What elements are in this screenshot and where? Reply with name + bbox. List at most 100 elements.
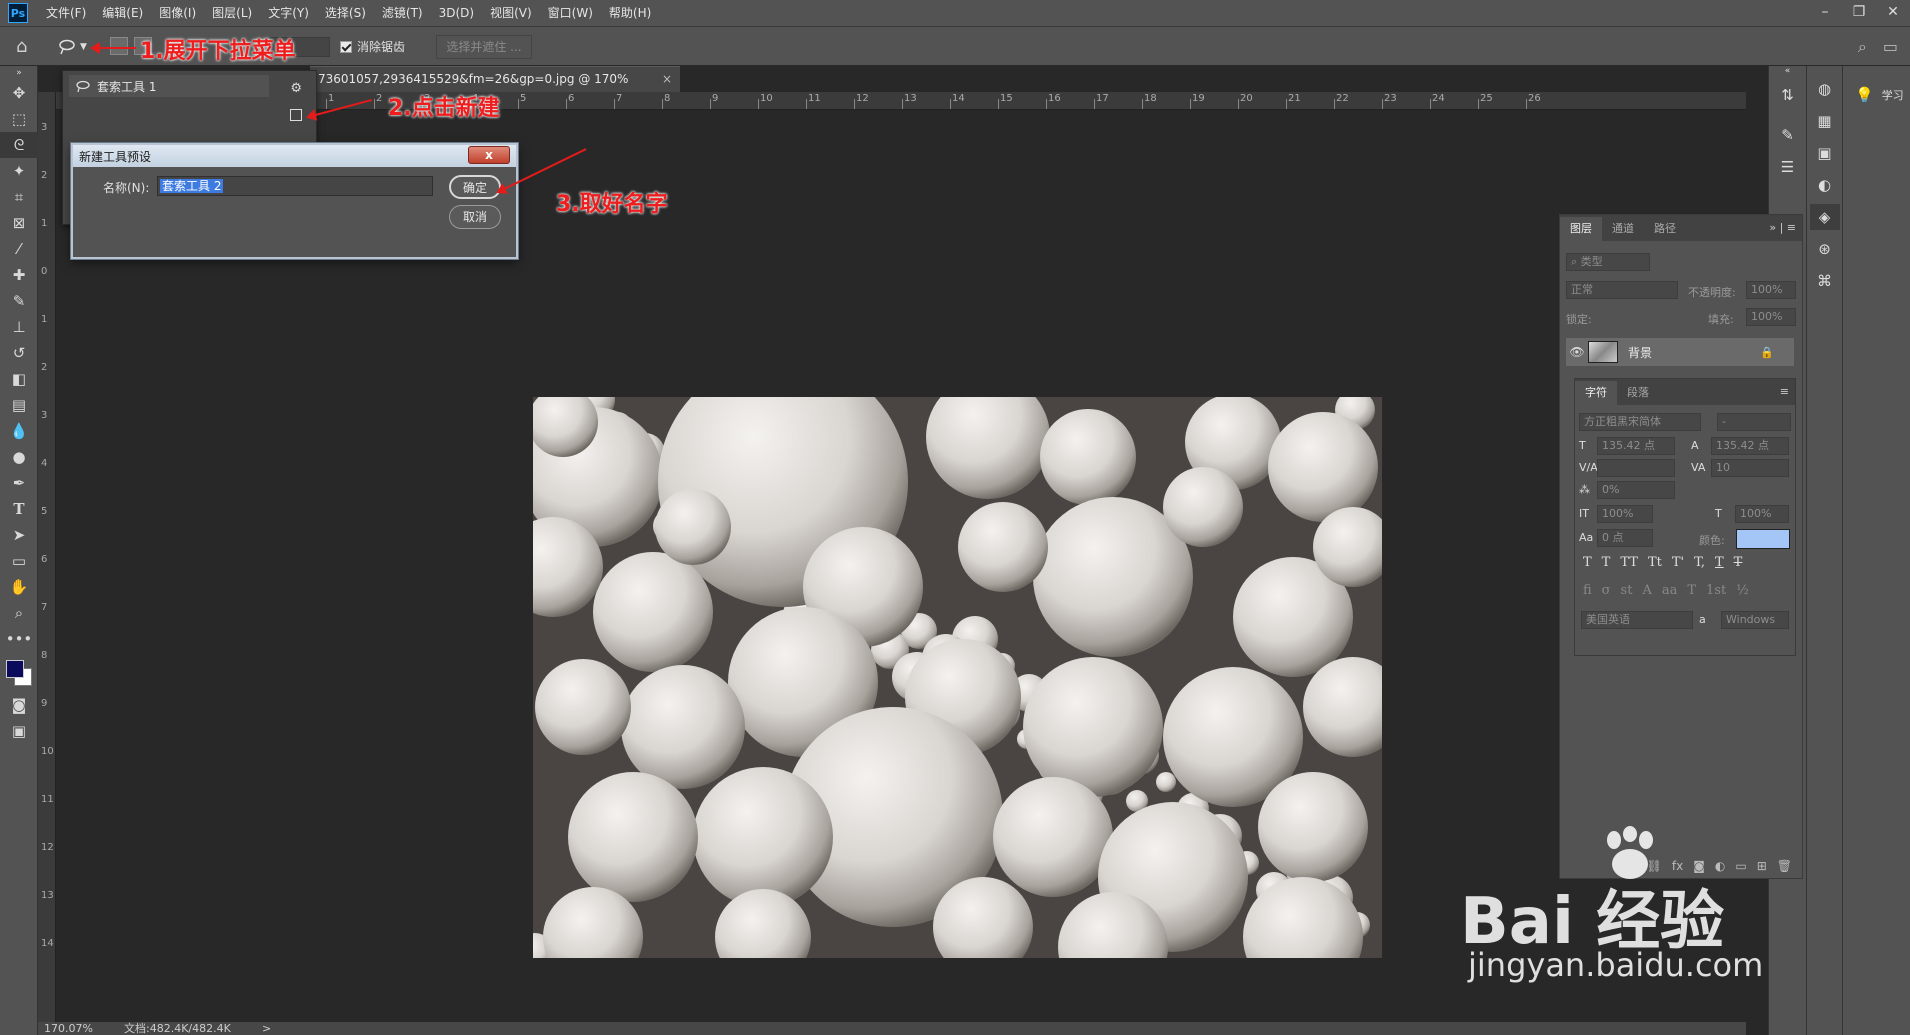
menu-window[interactable]: 窗口(W) xyxy=(540,0,601,26)
tracking-field[interactable]: 10 xyxy=(1711,459,1789,477)
select-and-mask-button[interactable]: 选择并遮住 ... xyxy=(436,35,532,59)
group-folder-icon[interactable]: ▭ xyxy=(1735,859,1746,873)
vertical-scale-field[interactable]: 100% xyxy=(1597,505,1653,523)
ordinals-button[interactable]: 1st xyxy=(1706,583,1726,598)
antialias-method-select[interactable]: Windows xyxy=(1721,611,1789,629)
subscript-button[interactable]: T, xyxy=(1694,555,1705,570)
stylistic-alternates-button[interactable]: aa xyxy=(1662,583,1678,598)
language-select[interactable]: 美国英语 xyxy=(1581,611,1693,629)
quick-mask-icon[interactable]: ◙ xyxy=(0,692,38,718)
gradient-tool-icon[interactable]: ▤ xyxy=(0,392,38,418)
horizontal-scale-field[interactable]: 100% xyxy=(1735,505,1789,523)
dialog-close-button[interactable]: x xyxy=(468,146,510,164)
blend-mode-select[interactable]: 正常 xyxy=(1566,281,1678,299)
panel-menu-icon[interactable]: ≡ xyxy=(1780,385,1789,398)
paths-panel-icon[interactable]: ⌘ xyxy=(1810,268,1840,294)
adjust-panel-icon[interactable]: ☰ xyxy=(1773,154,1803,180)
panel-menu-icon[interactable]: » | ≡ xyxy=(1769,221,1796,234)
fractions-button[interactable]: ½ xyxy=(1736,583,1749,598)
workspace-icon[interactable]: ▭ xyxy=(1883,37,1898,57)
type-tool-icon[interactable]: T xyxy=(0,496,38,522)
stamp-tool-icon[interactable]: ⊥ xyxy=(0,314,38,340)
discretionary-ligature-button[interactable]: st xyxy=(1621,583,1633,598)
cancel-button[interactable]: 取消 xyxy=(449,205,501,229)
frame-tool-icon[interactable]: ⊠ xyxy=(0,210,38,236)
tool-preset-picker[interactable]: ▼ xyxy=(58,35,92,59)
pen-tool-icon[interactable]: ✒ xyxy=(0,470,38,496)
rectangle-tool-icon[interactable]: ▭ xyxy=(0,548,38,574)
lock-icon[interactable]: 🔒 xyxy=(1760,346,1774,359)
swatches-panel-icon[interactable]: ▦ xyxy=(1810,108,1840,134)
layers-panel-icon[interactable]: ◈ xyxy=(1809,204,1840,230)
gear-icon[interactable]: ⚙ xyxy=(290,81,302,96)
dodge-tool-icon[interactable]: ● xyxy=(0,444,38,470)
tab-paths[interactable]: 路径 xyxy=(1644,217,1686,241)
document-tab[interactable]: 73601057,2936415529&fm=26&gp=0.jpg @ 170… xyxy=(310,66,680,110)
collapse-strip-icon[interactable]: « xyxy=(1773,66,1803,76)
healing-tool-icon[interactable]: ✚ xyxy=(0,262,38,288)
layer-filter-select[interactable]: ⌕ 类型 xyxy=(1566,253,1650,271)
collapse-toolbar-icon[interactable]: » xyxy=(0,66,38,80)
lasso-tool-icon[interactable]: ᘓ xyxy=(0,132,38,158)
status-menu-arrow[interactable]: > xyxy=(262,1022,271,1035)
text-color-swatch[interactable] xyxy=(1736,529,1790,549)
leading-field[interactable]: 135.42 点 xyxy=(1711,437,1789,455)
adjustments-panel-icon[interactable]: ◐ xyxy=(1810,172,1840,198)
move-tool-icon[interactable]: ✥ xyxy=(0,80,38,106)
hand-tool-icon[interactable]: ✋ xyxy=(0,574,38,600)
eye-icon[interactable]: 👁 xyxy=(1566,345,1588,359)
history-brush-icon[interactable]: ↺ xyxy=(0,340,38,366)
new-selection-mode[interactable] xyxy=(110,37,128,55)
kerning-field[interactable] xyxy=(1597,459,1675,477)
zoom-tool-icon[interactable]: ⌕ xyxy=(0,600,38,626)
ligature-button[interactable]: fi xyxy=(1583,583,1592,598)
new-preset-icon[interactable] xyxy=(290,109,302,121)
trash-icon[interactable]: 🗑 xyxy=(1777,859,1792,873)
search-icon[interactable]: ⌕ xyxy=(1858,37,1867,57)
tsume-field[interactable]: 0% xyxy=(1597,481,1675,499)
minimize-icon[interactable]: – xyxy=(1808,0,1842,24)
superscript-button[interactable]: T' xyxy=(1672,555,1684,570)
antialias-checkbox[interactable] xyxy=(340,40,352,53)
crop-tool-icon[interactable]: ⌗ xyxy=(0,184,38,210)
libraries-panel-icon[interactable]: ▣ xyxy=(1810,140,1840,166)
menu-edit[interactable]: 编辑(E) xyxy=(94,0,151,26)
tab-layers[interactable]: 图层 xyxy=(1560,217,1602,241)
faux-italic-button[interactable]: T xyxy=(1602,555,1611,570)
font-family-select[interactable]: 方正粗黑宋简体 xyxy=(1579,413,1701,431)
zoom-level[interactable]: 170.07% xyxy=(44,1022,93,1035)
marquee-tool-icon[interactable]: ⬚ xyxy=(0,106,38,132)
baseline-field[interactable]: 0 点 xyxy=(1597,529,1653,547)
menu-3d[interactable]: 3D(D) xyxy=(431,0,482,26)
channels-panel-icon[interactable]: ⊛ xyxy=(1810,236,1840,262)
eraser-tool-icon[interactable]: ◧ xyxy=(0,366,38,392)
home-icon[interactable]: ⌂ xyxy=(16,36,38,58)
screen-mode-icon[interactable]: ▣ xyxy=(0,718,38,744)
brushes-panel-icon[interactable]: ✎ xyxy=(1773,122,1803,148)
restore-icon[interactable]: ❐ xyxy=(1842,0,1876,24)
old-style-button[interactable]: σ xyxy=(1602,583,1611,598)
color-panel-icon[interactable]: ◍ xyxy=(1810,76,1840,102)
path-select-icon[interactable]: ➤ xyxy=(0,522,38,548)
foreground-color[interactable] xyxy=(6,660,24,678)
menu-layer[interactable]: 图层(L) xyxy=(204,0,260,26)
close-window-icon[interactable]: ✕ xyxy=(1876,0,1910,24)
close-tab-icon[interactable]: × xyxy=(662,67,672,91)
opacity-field[interactable]: 100% xyxy=(1746,281,1796,299)
menu-file[interactable]: 文件(F) xyxy=(38,0,94,26)
titling-alternates-button[interactable]: T xyxy=(1687,583,1696,598)
fill-field[interactable]: 100% xyxy=(1746,308,1796,326)
new-layer-icon[interactable]: ⊞ xyxy=(1757,859,1767,873)
preset-list-item[interactable]: 套索工具 1 xyxy=(69,75,269,97)
tab-paragraph[interactable]: 段落 xyxy=(1617,381,1659,405)
menu-select[interactable]: 选择(S) xyxy=(317,0,374,26)
swash-button[interactable]: A xyxy=(1642,583,1651,598)
menu-image[interactable]: 图像(I) xyxy=(151,0,204,26)
eyedropper-tool-icon[interactable]: ⁄ xyxy=(0,236,38,262)
name-input[interactable]: 套索工具 2 xyxy=(157,176,433,196)
faux-bold-button[interactable]: T xyxy=(1583,555,1592,570)
magic-wand-tool-icon[interactable]: ✦ xyxy=(0,158,38,184)
history-panel-icon[interactable]: ⇅ xyxy=(1773,82,1803,108)
strikethrough-button[interactable]: T xyxy=(1734,555,1743,570)
tab-channels[interactable]: 通道 xyxy=(1602,217,1644,241)
